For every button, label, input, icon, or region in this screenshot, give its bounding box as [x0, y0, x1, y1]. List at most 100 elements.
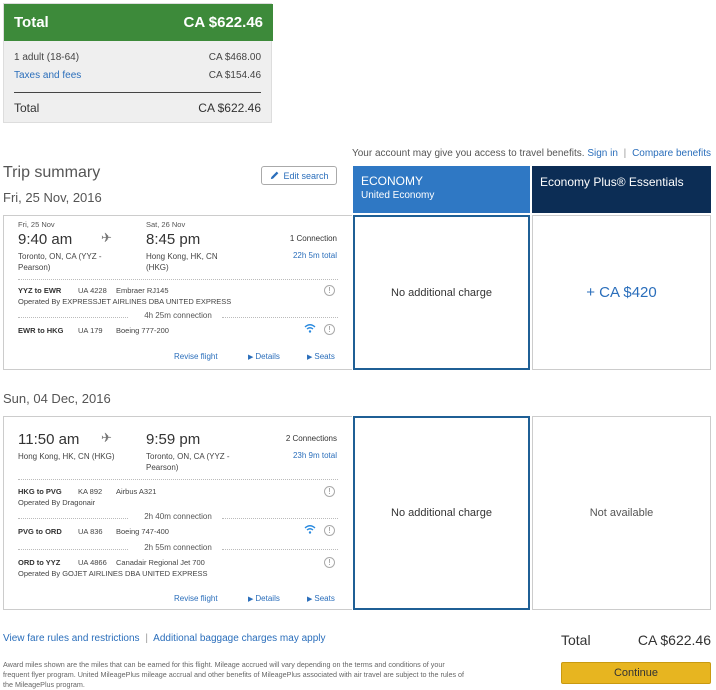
- layover-row: 2h 40m connection: [18, 512, 338, 521]
- triangle-right-icon: ▶: [307, 596, 313, 603]
- divider: [222, 317, 338, 318]
- details-label: Details: [255, 352, 280, 361]
- mileage-disclaimer: Award miles shown are the miles that can…: [3, 660, 465, 689]
- segment-route: PVG to ORD: [18, 527, 62, 536]
- return-connections: 2 Connections: [285, 434, 337, 443]
- baggage-link[interactable]: Additional baggage charges may apply: [153, 633, 325, 644]
- footer-total-value: CA $622.46: [637, 632, 711, 648]
- return-dep-time: 11:50 am: [18, 431, 80, 448]
- economy-column-header[interactable]: ECONOMY United Economy: [353, 166, 530, 213]
- segment-row: PVG to ORD: [18, 527, 62, 536]
- segment-row: HKG to PVG: [18, 487, 62, 496]
- seats-link[interactable]: ▶ Seats: [307, 352, 335, 361]
- economy-subtitle: United Economy: [361, 190, 435, 201]
- edit-search-button[interactable]: Edit search: [261, 166, 337, 185]
- benefits-text: Your account may give you access to trav…: [351, 148, 585, 159]
- segment-aircraft: Boeing 747-400: [116, 527, 169, 536]
- segment-row: ORD to YYZ: [18, 558, 60, 567]
- segment-aircraft: Embraer RJ145: [116, 286, 169, 295]
- layover-row: 4h 25m connection: [18, 311, 338, 320]
- adult-fare-value: CA $468.00: [208, 52, 261, 63]
- price-total-value: CA $622.46: [183, 14, 264, 31]
- segment-route: ORD to YYZ: [18, 558, 61, 567]
- price-total-label: Total: [14, 14, 49, 31]
- economy-title: ECONOMY: [361, 174, 424, 188]
- segment-row: YYZ to EWR: [18, 286, 61, 295]
- taxes-row: Taxes and fees CA $154.46: [14, 70, 261, 81]
- segment-flight: UA 179: [78, 326, 103, 335]
- segment-route: YYZ to EWR: [18, 286, 62, 295]
- price-sum-row: Total CA $622.46: [14, 101, 261, 115]
- price-summary-header: Total CA $622.46: [4, 4, 273, 41]
- footer-total-label: Total: [561, 632, 591, 648]
- return-economy-option[interactable]: No additional charge: [353, 416, 530, 610]
- edit-search-label: Edit search: [283, 170, 329, 181]
- segment-aircraft: Airbus A321: [116, 487, 157, 496]
- details-link[interactable]: ▶ Details: [248, 352, 280, 361]
- segment-route: HKG to PVG: [18, 487, 62, 496]
- outbound-economy-plus-option[interactable]: + CA $420: [532, 215, 711, 370]
- revise-flight-link[interactable]: Revise flight: [174, 594, 218, 603]
- outbound-arr-date: Sat, 26 Nov: [146, 220, 186, 229]
- divider: [18, 479, 338, 480]
- divider: [18, 549, 128, 550]
- revise-flight-link[interactable]: Revise flight: [174, 352, 218, 361]
- divider: [18, 518, 128, 519]
- adult-fare-label: 1 adult (18-64): [14, 52, 80, 63]
- wifi-icon: [304, 323, 316, 336]
- trip-summary-title: Trip summary: [3, 164, 101, 181]
- details-label: Details: [255, 594, 280, 603]
- layover-text: 4h 25m connection: [144, 311, 212, 320]
- continue-button[interactable]: Continue: [561, 662, 711, 684]
- price-divider: [14, 92, 261, 93]
- price-sum-value: CA $622.46: [198, 101, 261, 115]
- info-icon[interactable]: !: [324, 285, 335, 296]
- fare-rules-link[interactable]: View fare rules and restrictions: [3, 633, 140, 644]
- return-dep-city: Hong Kong, HK, CN (HKG): [18, 452, 115, 461]
- adult-fare-row: 1 adult (18-64) CA $468.00: [14, 52, 261, 63]
- taxes-link[interactable]: Taxes and fees: [14, 70, 81, 81]
- footer-links: View fare rules and restrictions | Addit…: [3, 633, 326, 644]
- outbound-duration: 22h 5m total: [292, 251, 337, 260]
- outbound-connections: 1 Connection: [289, 234, 337, 243]
- wifi-icon: [304, 524, 316, 537]
- triangle-right-icon: ▶: [248, 596, 254, 603]
- outbound-flight-card: Fri, 25 Nov 9:40 am ✈ Sat, 26 Nov 8:45 p…: [3, 215, 352, 370]
- separator: |: [145, 633, 148, 644]
- divider: [222, 549, 338, 550]
- return-economy-plus-option: Not available: [532, 416, 711, 610]
- return-flight-card: 11:50 am ✈ 9:59 pm Hong Kong, HK, CN (HK…: [3, 416, 352, 610]
- segment-operator: Operated By Dragonair: [18, 498, 96, 507]
- segment-flight: UA 4228: [78, 286, 107, 295]
- info-icon[interactable]: !: [324, 557, 335, 568]
- segment-aircraft: Canadair Regional Jet 700: [116, 558, 205, 567]
- price-summary: Total CA $622.46 1 adult (18-64) CA $468…: [3, 3, 273, 123]
- divider: [18, 317, 128, 318]
- return-arr-time: 9:59 pm: [146, 431, 201, 448]
- info-icon[interactable]: !: [324, 525, 335, 536]
- info-icon[interactable]: !: [324, 486, 335, 497]
- layover-row: 2h 55m connection: [18, 543, 338, 552]
- return-date: Sun, 04 Dec, 2016: [3, 391, 111, 406]
- info-icon[interactable]: !: [324, 324, 335, 335]
- seats-link[interactable]: ▶ Seats: [307, 594, 335, 603]
- segment-aircraft: Boeing 777-200: [116, 326, 169, 335]
- compare-benefits-link[interactable]: Compare benefits: [632, 148, 711, 159]
- outbound-economy-option[interactable]: No additional charge: [353, 215, 530, 370]
- triangle-right-icon: ▶: [307, 354, 313, 361]
- pencil-icon: [271, 171, 279, 180]
- segment-flight: UA 4866: [78, 558, 107, 567]
- triangle-right-icon: ▶: [248, 354, 254, 361]
- divider: [222, 518, 338, 519]
- economy-plus-column-header[interactable]: Economy Plus® Essentials: [532, 166, 711, 213]
- seats-label: Seats: [314, 594, 335, 603]
- separator: |: [623, 148, 627, 159]
- outbound-dep-date: Fri, 25 Nov: [18, 220, 55, 229]
- details-link[interactable]: ▶ Details: [248, 594, 280, 603]
- segment-flight: UA 836: [78, 527, 103, 536]
- segment-operator: Operated By EXPRESSJET AIRLINES DBA UNIT…: [18, 297, 232, 306]
- plane-icon: ✈: [101, 230, 112, 245]
- segment-flight: KA 892: [78, 487, 103, 496]
- benefits-note: Your account may give you access to trav…: [352, 148, 711, 159]
- sign-in-link[interactable]: Sign in: [587, 148, 618, 159]
